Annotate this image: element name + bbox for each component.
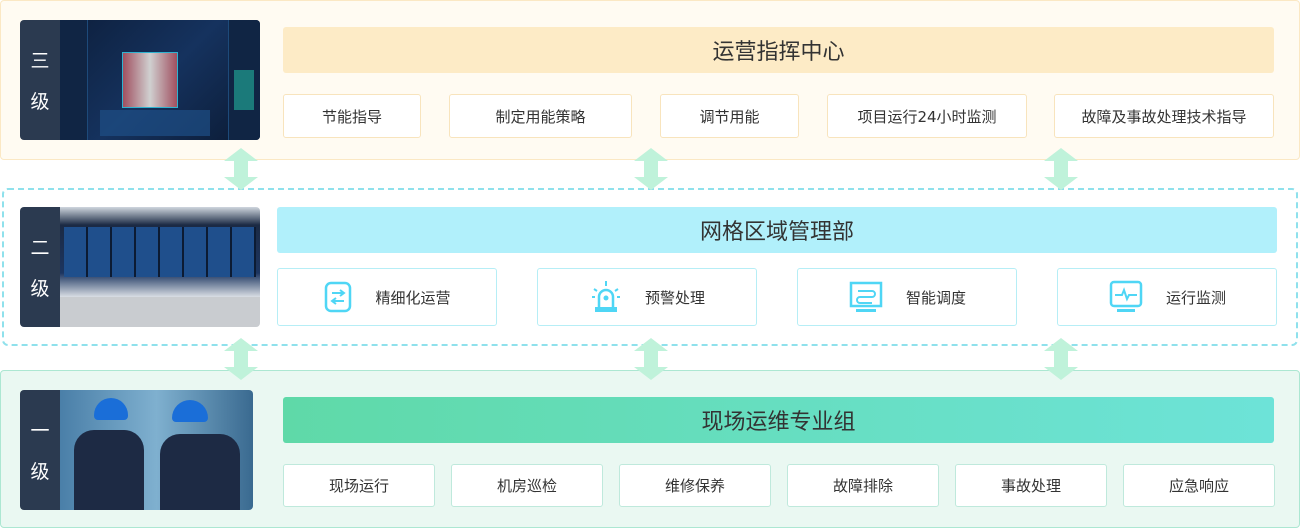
level1-item[interactable]: 维修保养 bbox=[619, 464, 771, 507]
bidirectional-arrow-icon bbox=[224, 148, 258, 190]
level3-item[interactable]: 故障及事故处理技术指导 bbox=[1054, 94, 1274, 138]
level2-item[interactable]: 智能调度 bbox=[797, 268, 1017, 326]
level1-item[interactable]: 现场运行 bbox=[283, 464, 435, 507]
level3-item[interactable]: 调节用能 bbox=[660, 94, 799, 138]
command-center-image bbox=[60, 20, 260, 140]
item-label: 运行监测 bbox=[1165, 288, 1226, 307]
level1-item[interactable]: 故障排除 bbox=[787, 464, 939, 507]
bidirectional-arrow-icon bbox=[224, 338, 258, 380]
field-team-image bbox=[60, 390, 253, 510]
level-char: 二 bbox=[30, 237, 50, 259]
level3-item[interactable]: 制定用能策略 bbox=[449, 94, 632, 138]
level1-item[interactable]: 应急响应 bbox=[1123, 464, 1275, 507]
level-char: 级 bbox=[30, 461, 50, 483]
item-label: 预警处理 bbox=[644, 288, 705, 307]
level1-item[interactable]: 机房巡检 bbox=[451, 464, 603, 507]
level-char: 级 bbox=[30, 91, 50, 113]
item-label: 智能调度 bbox=[905, 288, 966, 307]
level3-item[interactable]: 节能指导 bbox=[283, 94, 421, 138]
level2-item[interactable]: 预警处理 bbox=[537, 268, 757, 326]
item-label: 精细化运营 bbox=[375, 288, 451, 307]
bidirectional-arrow-icon bbox=[634, 148, 668, 190]
management-room-image bbox=[60, 207, 260, 327]
level-char: 级 bbox=[30, 278, 50, 300]
dispatch-monitor-icon bbox=[849, 281, 883, 312]
level1-item[interactable]: 事故处理 bbox=[955, 464, 1107, 507]
level2-header: 网格区域管理部 bbox=[277, 207, 1277, 253]
level-char: 一 bbox=[30, 420, 50, 442]
level3-header: 运营指挥中心 bbox=[283, 27, 1274, 73]
level2-label: 二 级 bbox=[20, 207, 60, 327]
level2-item[interactable]: 运行监测 bbox=[1057, 268, 1277, 326]
bidirectional-arrow-icon bbox=[634, 338, 668, 380]
level3-item[interactable]: 项目运行24小时监测 bbox=[827, 94, 1027, 138]
level2-item[interactable]: 精细化运营 bbox=[277, 268, 497, 326]
level-char: 三 bbox=[30, 50, 50, 72]
level1-label: 一 级 bbox=[20, 390, 60, 510]
level3-label: 三 级 bbox=[20, 20, 60, 140]
level1-header: 现场运维专业组 bbox=[283, 397, 1274, 443]
sliders-icon bbox=[325, 281, 352, 313]
bidirectional-arrow-icon bbox=[1044, 148, 1078, 190]
alarm-light-icon bbox=[591, 281, 620, 312]
heartbeat-monitor-icon bbox=[1109, 280, 1143, 312]
bidirectional-arrow-icon bbox=[1044, 338, 1078, 380]
